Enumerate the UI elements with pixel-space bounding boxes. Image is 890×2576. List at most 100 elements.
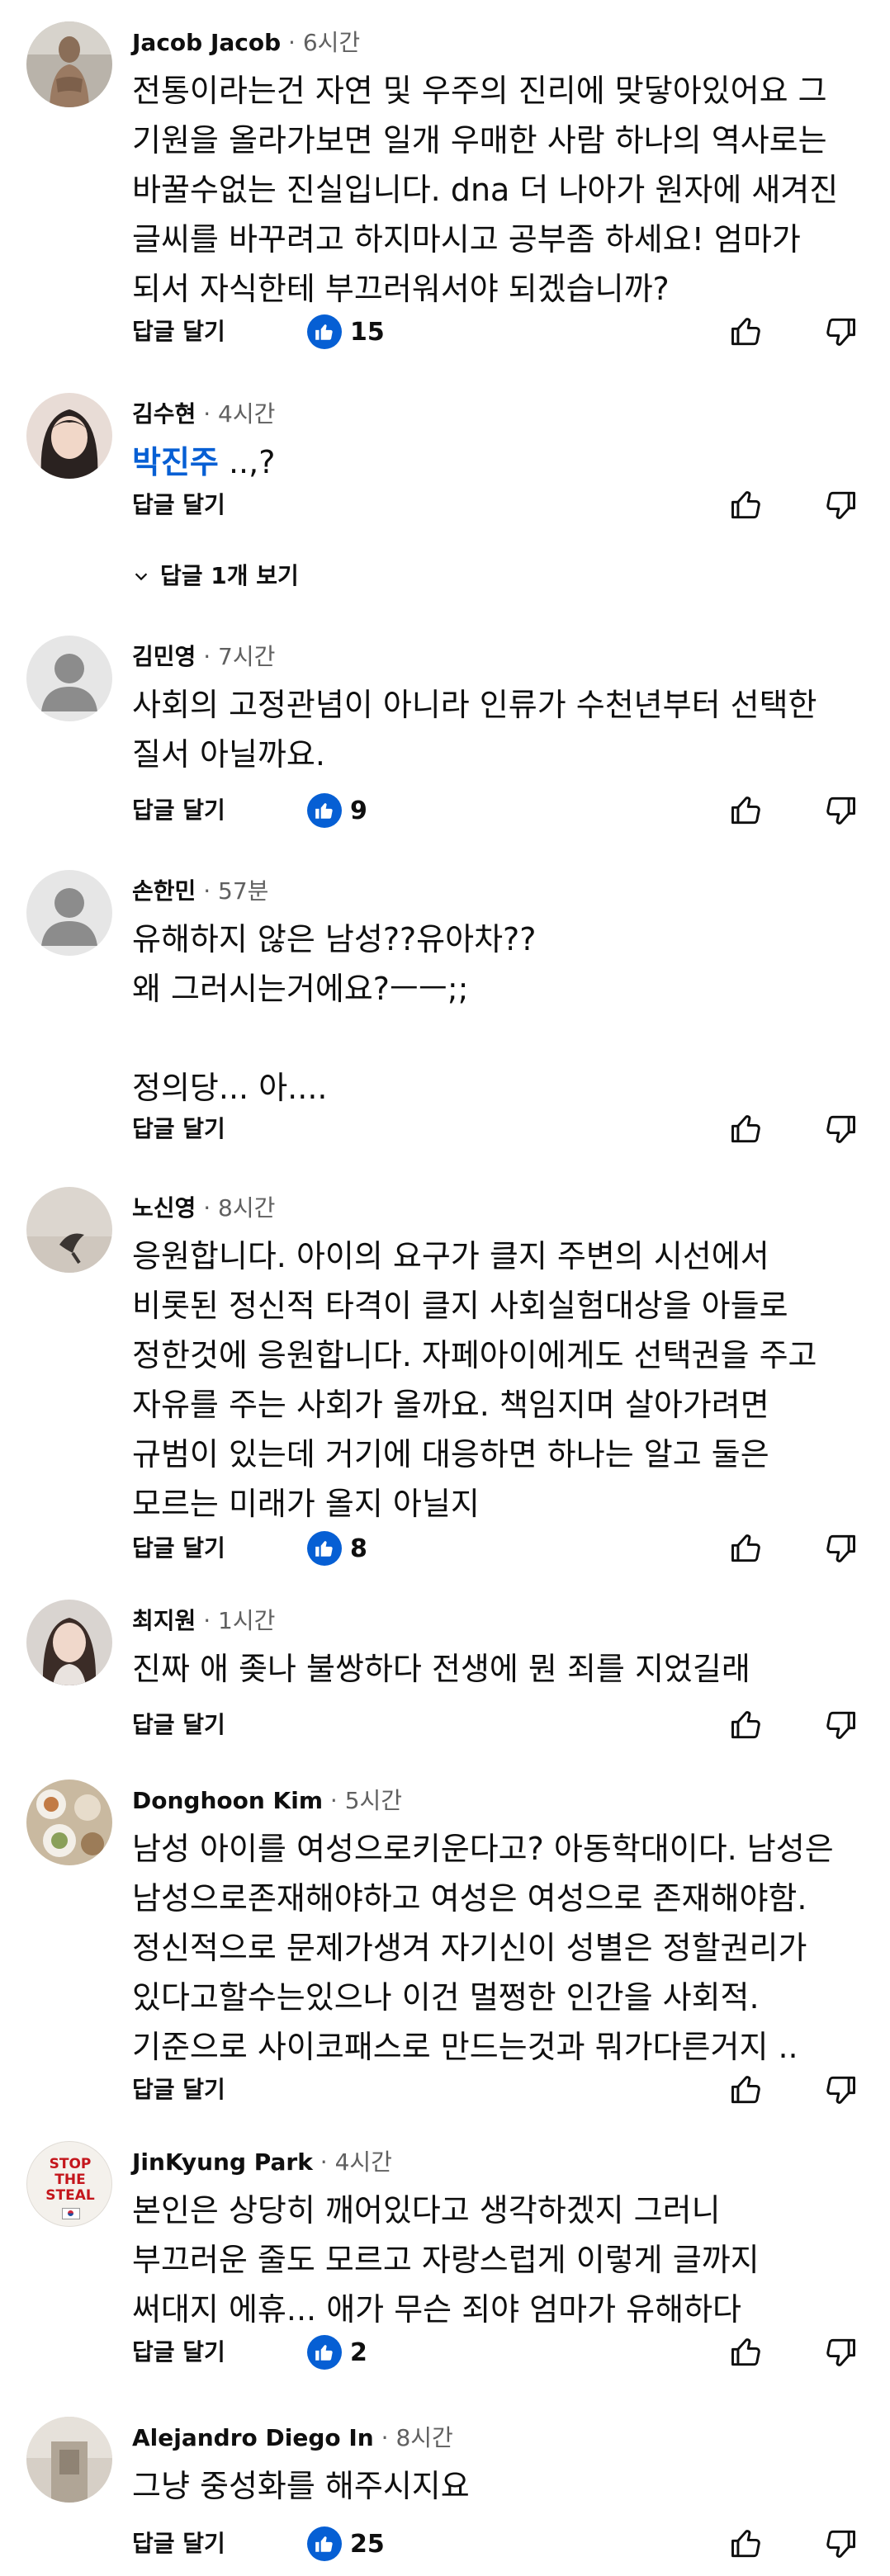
comment-meta: 손한민 · 57분: [132, 875, 268, 908]
comment-meta: 최지원 · 1시간: [132, 1605, 275, 1638]
author-name[interactable]: 김민영: [132, 643, 196, 670]
meta-separator: ·: [320, 2148, 335, 2176]
thumbs-up-filled-icon: [307, 2526, 342, 2561]
comment-text: 전통이라는건 자연 및 우주의 진리에 맞닿아있어요 그 기원을 올라가보면 일…: [132, 73, 839, 307]
mention-link[interactable]: 박진주: [132, 444, 219, 480]
like-button[interactable]: [723, 1106, 769, 1152]
stop-the-steal-avatar: STOP THE STEAL: [27, 2156, 111, 2204]
thumbs-up-outline-icon: [731, 796, 760, 825]
comment-actions: 답글 달기 2: [0, 2328, 890, 2377]
avatar[interactable]: [26, 1187, 112, 1273]
timestamp: 8시간: [218, 1194, 276, 1222]
like-button[interactable]: [723, 2521, 769, 2567]
comment-actions: 답글 달기: [0, 2065, 890, 2115]
view-replies-label: 답글 1개 보기: [160, 562, 299, 589]
comment-meta: 김민영 · 7시간: [132, 640, 275, 674]
dislike-button[interactable]: [817, 2521, 864, 2567]
like-button[interactable]: [723, 1525, 769, 1572]
like-button[interactable]: [723, 787, 769, 834]
like-count: 15: [350, 317, 385, 347]
reply-button[interactable]: 답글 달기: [132, 2334, 225, 2370]
reply-button[interactable]: 답글 달기: [132, 1530, 225, 1567]
meta-separator: ·: [203, 1607, 218, 1634]
reply-button[interactable]: 답글 달기: [132, 2072, 225, 2108]
comment-actions: 답글 달기 25: [0, 2519, 890, 2569]
avatar[interactable]: [26, 1780, 112, 1865]
meta-separator: ·: [381, 2424, 396, 2451]
comment-text: 본인은 상당히 깨어있다고 생각하겠지 그러니 부끄러운 줄도 모르고 자랑스럽…: [132, 2192, 760, 2328]
like-count: 2: [350, 2337, 367, 2367]
thumbs-down-outline-icon: [826, 318, 855, 346]
author-name[interactable]: Alejandro Diego In: [132, 2424, 374, 2451]
dislike-button[interactable]: [817, 2329, 864, 2375]
dislike-button[interactable]: [817, 1106, 864, 1152]
timestamp: 5시간: [344, 1787, 403, 1814]
timestamp: 7시간: [218, 643, 276, 670]
reply-button[interactable]: 답글 달기: [132, 1111, 225, 1147]
like-count: 9: [350, 796, 367, 825]
comment-meta: Jacob Jacob · 6시간: [132, 26, 360, 59]
avatar[interactable]: STOP THE STEAL: [26, 2141, 112, 2227]
dislike-button[interactable]: [817, 787, 864, 834]
author-name[interactable]: 최지원: [132, 1607, 196, 1634]
author-name[interactable]: Donghoon Kim: [132, 1787, 323, 1814]
reply-button[interactable]: 답글 달기: [132, 2526, 225, 2562]
author-name[interactable]: 노신영: [132, 1194, 196, 1222]
comment-actions: 답글 달기 8: [0, 1524, 890, 1573]
timestamp: 8시간: [395, 2424, 453, 2451]
thumbs-down-outline-icon: [826, 1711, 855, 1739]
avatar[interactable]: [26, 870, 112, 956]
author-name[interactable]: Jacob Jacob: [132, 29, 281, 56]
dislike-button[interactable]: [817, 309, 864, 355]
dislike-button[interactable]: [817, 482, 864, 528]
thumbs-up-outline-icon: [731, 1711, 760, 1739]
reply-button[interactable]: 답글 달기: [132, 792, 225, 829]
like-button[interactable]: [723, 2329, 769, 2375]
thumbs-up-filled-icon: [307, 2335, 342, 2370]
dislike-button[interactable]: [817, 1525, 864, 1572]
comment-text: 박진주 ..,?: [132, 437, 867, 487]
author-name[interactable]: JinKyung Park: [132, 2148, 313, 2176]
thumbs-up-outline-icon: [731, 1115, 760, 1143]
avatar[interactable]: [26, 2417, 112, 2503]
thumbs-up-outline-icon: [731, 2530, 760, 2558]
like-count: 8: [350, 1534, 367, 1563]
like-button[interactable]: [723, 309, 769, 355]
comment-meta: 노신영 · 8시간: [132, 1192, 275, 1225]
avatar[interactable]: [26, 636, 112, 721]
thumbs-down-outline-icon: [826, 1115, 855, 1143]
reply-button[interactable]: 답글 달기: [132, 1707, 225, 1743]
comment-text-rest: ..,?: [218, 444, 276, 480]
author-name[interactable]: 김수현: [132, 400, 196, 428]
author-name[interactable]: 손한민: [132, 877, 196, 905]
reply-button[interactable]: 답글 달기: [132, 314, 225, 350]
comment-actions: 답글 달기 15: [0, 307, 890, 357]
like-count-badge: 25: [307, 2519, 385, 2569]
comment-text: 응원합니다. 아이의 요구가 클지 주변의 시선에서 비롯된 정신적 타격이 클…: [132, 1238, 817, 1522]
comment-actions: 답글 달기: [0, 1104, 890, 1154]
like-button[interactable]: [723, 2067, 769, 2113]
reply-button[interactable]: 답글 달기: [132, 487, 225, 523]
timestamp: 6시간: [302, 29, 361, 56]
dislike-button[interactable]: [817, 1702, 864, 1748]
comment-text: 사회의 고정관념이 아니라 인류가 수천년부터 선택한 질서 아닐까요.: [132, 687, 817, 773]
dislike-button[interactable]: [817, 2067, 864, 2113]
avatar[interactable]: [26, 21, 112, 107]
avatar[interactable]: [26, 393, 112, 479]
view-replies-button[interactable]: 답글 1개 보기: [132, 560, 299, 593]
like-button[interactable]: [723, 482, 769, 528]
meta-separator: ·: [203, 1194, 218, 1222]
thumbs-up-filled-icon: [307, 793, 342, 828]
timestamp: 4시간: [334, 2148, 392, 2176]
comment-meta: JinKyung Park · 4시간: [132, 2146, 392, 2179]
timestamp: 57분: [218, 877, 269, 905]
meta-separator: ·: [203, 877, 218, 905]
flag-icon: [62, 2208, 80, 2219]
avatar[interactable]: [26, 1600, 112, 1685]
comment-actions: 답글 달기: [0, 1700, 890, 1750]
avatar-text-line: STOP: [49, 2156, 92, 2172]
avatar-text-line: THE: [54, 2172, 86, 2188]
thumbs-down-outline-icon: [826, 1534, 855, 1562]
thumbs-down-outline-icon: [826, 2530, 855, 2558]
like-button[interactable]: [723, 1702, 769, 1748]
